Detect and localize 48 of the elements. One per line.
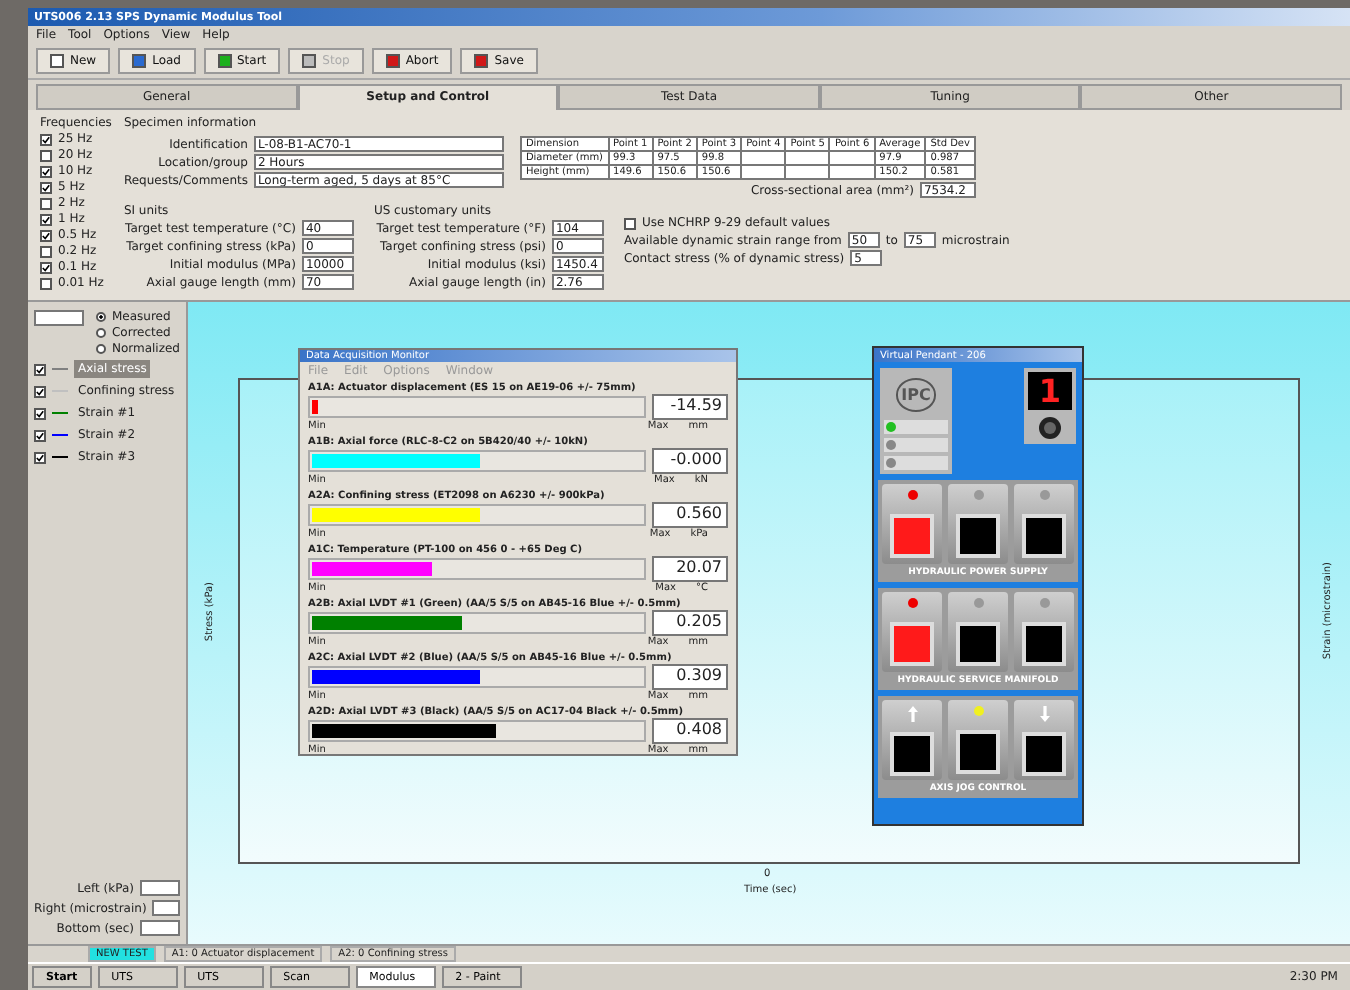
logo: IPC — [895, 377, 937, 411]
checkbox[interactable] — [40, 261, 52, 273]
reading-value: -0.000 — [652, 448, 728, 474]
arrow-down-icon — [1039, 705, 1049, 721]
checkbox[interactable] — [40, 133, 52, 145]
reading-value: -14.59 — [652, 394, 728, 420]
reading-value: 0.309 — [652, 664, 728, 690]
pendant-button[interactable] — [1014, 700, 1074, 780]
pendant-button[interactable] — [948, 592, 1008, 672]
toolbar-icon — [385, 54, 400, 68]
checkbox[interactable] — [40, 229, 52, 241]
reading-value: 0.205 — [652, 610, 728, 636]
checkbox[interactable] — [40, 245, 52, 257]
pendant-button[interactable] — [1014, 484, 1074, 564]
segment-display: 1 — [1028, 372, 1072, 410]
reading-value: 0.560 — [652, 502, 728, 528]
knob-icon — [1038, 416, 1062, 440]
toolbar-icon — [302, 54, 317, 68]
dropdown[interactable] — [34, 310, 84, 326]
arrow-up-icon — [907, 705, 917, 721]
checkbox[interactable] — [623, 217, 636, 229]
pendant-button[interactable] — [948, 700, 1008, 780]
reading-value: 0.408 — [652, 718, 728, 744]
input-field[interactable] — [152, 900, 180, 916]
checkbox[interactable] — [40, 213, 52, 225]
reading-value: 20.07 — [652, 556, 728, 582]
toolbar-icon — [217, 54, 231, 68]
checkbox[interactable] — [34, 451, 46, 463]
checkbox[interactable] — [34, 407, 46, 419]
checkbox[interactable] — [40, 181, 52, 193]
checkbox[interactable] — [40, 277, 52, 289]
checkbox[interactable] — [34, 363, 46, 375]
checkbox[interactable] — [34, 385, 46, 397]
toolbar-icon — [474, 54, 489, 68]
toolbar-icon — [132, 54, 147, 68]
input-field[interactable] — [140, 920, 180, 936]
toolbar-icon — [50, 54, 64, 68]
radio-button[interactable] — [95, 344, 106, 354]
input-field[interactable] — [140, 880, 180, 896]
pendant-button[interactable] — [882, 700, 942, 780]
checkbox[interactable] — [34, 429, 46, 441]
radio-button[interactable] — [95, 328, 106, 338]
pendant-button[interactable] — [948, 484, 1008, 564]
radio-button[interactable] — [95, 312, 106, 322]
checkbox[interactable] — [40, 149, 52, 161]
checkbox[interactable] — [40, 197, 52, 209]
pendant-button[interactable] — [1014, 592, 1074, 672]
checkbox[interactable] — [40, 165, 52, 177]
